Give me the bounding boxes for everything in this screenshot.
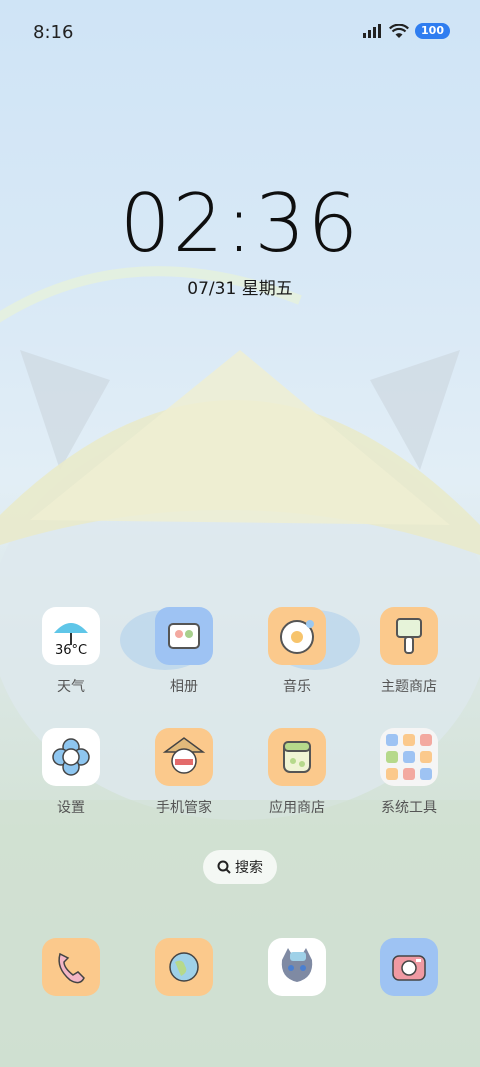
app-label: 应用商店 xyxy=(247,797,347,817)
app-system-tools-folder[interactable]: 系统工具 xyxy=(359,728,459,817)
weather-temp: 36°C xyxy=(42,643,100,658)
clock-time[interactable]: 02:36 xyxy=(0,180,480,268)
app-label: 音乐 xyxy=(247,676,347,696)
app-weather[interactable]: 36°C 天气 xyxy=(21,607,121,696)
search-label: 搜索 xyxy=(235,857,263,877)
phone-icon[interactable] xyxy=(42,938,100,996)
battery-indicator: 100 xyxy=(415,23,450,39)
browser-icon[interactable] xyxy=(155,938,213,996)
music-icon xyxy=(268,607,326,665)
signal-icon xyxy=(363,24,383,38)
app-phone-manager[interactable]: 手机管家 xyxy=(134,728,234,817)
app-label: 天气 xyxy=(21,676,121,696)
messages-icon[interactable] xyxy=(268,938,326,996)
phone-manager-icon xyxy=(155,728,213,786)
gallery-icon xyxy=(155,607,213,665)
status-icons: 100 xyxy=(363,23,450,39)
search-icon xyxy=(217,860,231,874)
system-tools-folder-icon xyxy=(380,728,438,786)
wallpaper xyxy=(0,0,480,1067)
app-music[interactable]: 音乐 xyxy=(247,607,347,696)
status-bar: 8:16 100 xyxy=(0,0,480,68)
app-app-store[interactable]: 应用商店 xyxy=(247,728,347,817)
settings-icon xyxy=(42,728,100,786)
search-button[interactable]: 搜索 xyxy=(203,850,277,884)
status-time: 8:16 xyxy=(33,22,73,43)
wifi-icon xyxy=(389,24,409,39)
weather-icon: 36°C xyxy=(42,607,100,665)
app-settings[interactable]: 设置 xyxy=(21,728,121,817)
theme-store-icon xyxy=(380,607,438,665)
app-theme-store[interactable]: 主题商店 xyxy=(359,607,459,696)
clock-date[interactable]: 07/31 星期五 xyxy=(0,274,480,299)
app-store-icon xyxy=(268,728,326,786)
app-label: 相册 xyxy=(134,676,234,696)
app-gallery[interactable]: 相册 xyxy=(134,607,234,696)
app-label: 手机管家 xyxy=(134,797,234,817)
app-label: 主题商店 xyxy=(359,676,459,696)
camera-icon[interactable] xyxy=(380,938,438,996)
app-label: 系统工具 xyxy=(359,797,459,817)
app-label: 设置 xyxy=(21,797,121,817)
